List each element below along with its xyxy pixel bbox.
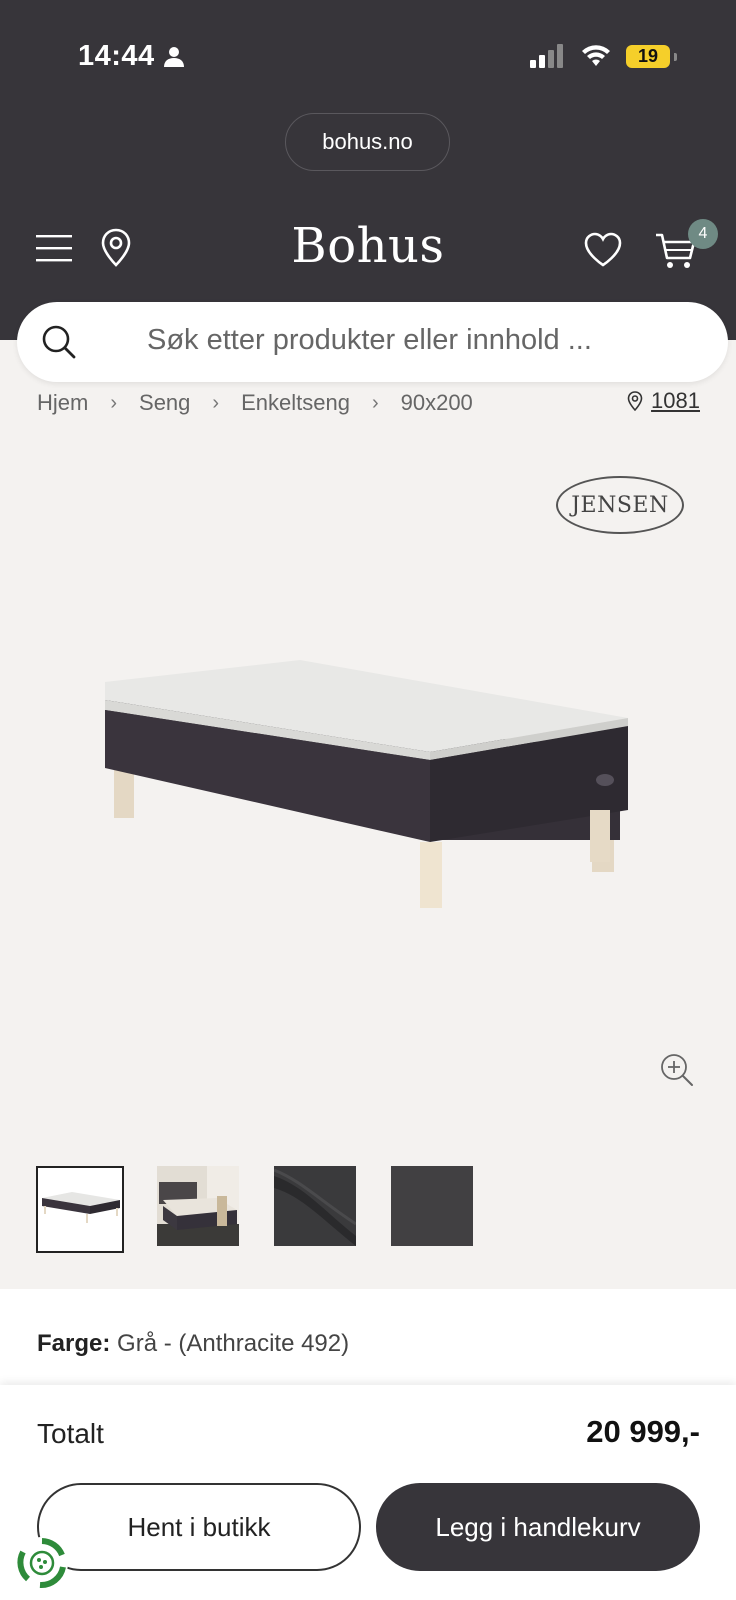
status-time: 14:44 bbox=[78, 40, 185, 73]
breadcrumb-item[interactable]: Seng bbox=[139, 390, 190, 416]
breadcrumb: Hjem › Seng › Enkeltseng › 90x200 bbox=[37, 390, 473, 416]
search-icon bbox=[42, 325, 76, 359]
bed-thumbnail-image bbox=[38, 1168, 122, 1251]
total-price: 20 999,- bbox=[586, 1414, 700, 1449]
product-image[interactable] bbox=[100, 660, 640, 920]
thumbnail-fabric-fold[interactable] bbox=[274, 1166, 362, 1253]
zoom-in-icon[interactable] bbox=[660, 1053, 694, 1087]
pickup-in-store-button[interactable]: Hent i butikk bbox=[37, 1483, 361, 1571]
cart-count-badge: 4 bbox=[688, 219, 718, 249]
signal-icon bbox=[530, 44, 563, 68]
url-bar[interactable]: bohus.no bbox=[285, 113, 450, 171]
breadcrumb-item[interactable]: Hjem bbox=[37, 390, 88, 416]
color-selection: Farge: Grå - (Anthracite 492) bbox=[37, 1330, 349, 1358]
eco-recycle-icon[interactable] bbox=[14, 1535, 70, 1591]
fabric-fold-thumbnail-image bbox=[274, 1166, 357, 1246]
breadcrumb-item[interactable]: Enkeltseng bbox=[241, 390, 350, 416]
location-pin-icon bbox=[627, 391, 643, 411]
heart-icon[interactable] bbox=[583, 232, 623, 268]
status-indicators: 19 bbox=[530, 44, 677, 68]
thumbnail-fabric-texture[interactable] bbox=[391, 1166, 479, 1253]
fabric-texture-thumbnail-image bbox=[391, 1166, 473, 1246]
wifi-icon bbox=[582, 45, 610, 66]
search-bar[interactable]: Søk etter produkter eller innhold ... bbox=[17, 302, 728, 382]
add-to-cart-button[interactable]: Legg i handlekurv bbox=[376, 1483, 700, 1571]
color-label: Farge: bbox=[37, 1330, 111, 1357]
thumbnail-bed[interactable] bbox=[36, 1166, 124, 1253]
thumbnail-room[interactable] bbox=[157, 1166, 245, 1253]
breadcrumb-item[interactable]: 90x200 bbox=[401, 390, 473, 416]
clock: 14:44 bbox=[78, 40, 155, 72]
store-selector[interactable]: 1081 bbox=[627, 388, 700, 414]
room-thumbnail-image bbox=[157, 1166, 239, 1246]
chevron-right-icon: › bbox=[371, 391, 379, 414]
jensen-logo: JENSEN bbox=[556, 476, 684, 534]
app-header: 14:44 19 bohus.no Bohus 4 bbox=[0, 0, 736, 340]
battery-indicator: 19 bbox=[626, 44, 677, 68]
search-input[interactable]: Søk etter produkter eller innhold ... bbox=[147, 324, 592, 357]
brand-logo[interactable]: Bohus bbox=[0, 218, 736, 274]
chevron-right-icon: › bbox=[110, 391, 118, 414]
jensen-logo-text: JENSEN bbox=[571, 492, 669, 518]
store-code[interactable]: 1081 bbox=[651, 388, 700, 414]
person-icon bbox=[163, 46, 184, 67]
color-value: Grå - (Anthracite 492) bbox=[117, 1330, 350, 1357]
chevron-right-icon: › bbox=[212, 391, 220, 414]
total-label: Totalt bbox=[37, 1418, 104, 1449]
